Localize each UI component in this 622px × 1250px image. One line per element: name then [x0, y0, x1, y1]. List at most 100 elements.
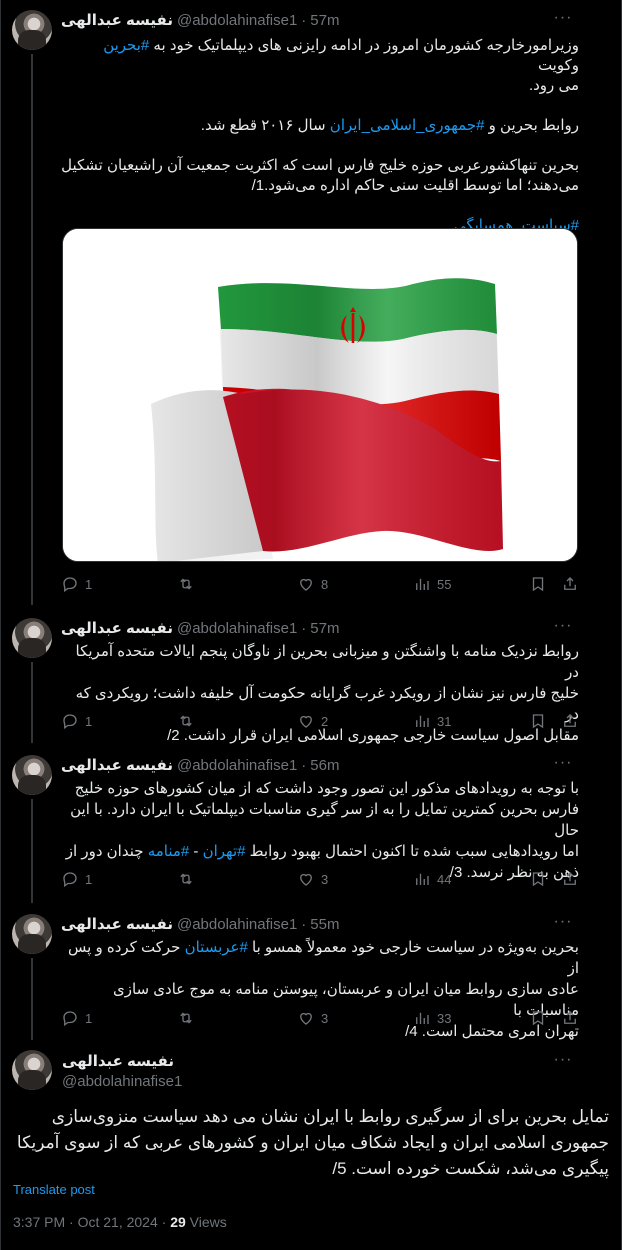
- share-button[interactable]: [561, 712, 579, 730]
- bookmark-button[interactable]: [529, 575, 547, 593]
- tweet-actions: 1 8 55: [61, 574, 579, 594]
- tweet-time[interactable]: 57m: [310, 12, 339, 29]
- thread-line: [31, 54, 33, 605]
- reply-button[interactable]: 1: [61, 870, 92, 888]
- share-button[interactable]: [561, 1009, 579, 1027]
- reply-icon: [63, 577, 77, 593]
- tweet-4[interactable]: نفیسه عبدالهی @abdolahinafise1 · 55m ···…: [1, 904, 621, 1040]
- tweet-image-flags[interactable]: [62, 228, 578, 562]
- tweet-line: می‌دهند؛ اما توسط اقلیت سنی حاکم اداره م…: [251, 177, 579, 194]
- avatar[interactable]: [12, 755, 52, 795]
- main-tweet-text: تمایل بحرین برای از سرگیری روابط با ایرا…: [13, 1104, 609, 1182]
- thread-line: [31, 799, 33, 903]
- repost-button[interactable]: [177, 1009, 201, 1027]
- like-count: 3: [321, 871, 329, 887]
- bookmark-button[interactable]: [529, 712, 547, 730]
- avatar[interactable]: [12, 914, 52, 954]
- reply-button[interactable]: 1: [61, 1009, 92, 1027]
- bookmark-button[interactable]: [529, 1009, 547, 1027]
- like-button[interactable]: 8: [297, 575, 328, 593]
- author-name[interactable]: نفیسه عبدالهی: [61, 915, 173, 933]
- share-button[interactable]: [561, 870, 579, 888]
- hashtag-link[interactable]: #جمهوری_اسلامی_ایران: [330, 117, 485, 134]
- views-button[interactable]: 55: [413, 575, 451, 593]
- thread-line: [31, 662, 33, 743]
- author-name[interactable]: نفیسه عبدالهی: [61, 11, 173, 29]
- more-options-icon[interactable]: ···: [553, 10, 573, 32]
- tweet-actions: 1 3 33: [61, 1008, 579, 1028]
- bookmark-icon: [532, 872, 544, 887]
- like-button[interactable]: 2: [297, 712, 328, 730]
- more-options-icon[interactable]: ···: [553, 618, 573, 640]
- share-icon: [564, 872, 576, 885]
- analytics-icon: [416, 1012, 429, 1024]
- views-button[interactable]: 33: [413, 1009, 451, 1027]
- reply-button[interactable]: 1: [61, 575, 92, 593]
- reply-button[interactable]: 1: [61, 712, 92, 730]
- tweet-line: روابط بحرین و #جمهوری_اسلامی_ایران سال ۲…: [200, 117, 579, 134]
- views-count: 29: [170, 1214, 186, 1230]
- views-button[interactable]: 44: [413, 870, 451, 888]
- more-options-icon[interactable]: ···: [553, 914, 573, 936]
- translate-post-link[interactable]: Translate post: [13, 1182, 95, 1197]
- bookmark-button[interactable]: [529, 870, 547, 888]
- post-meta: 3:37 PM · Oct 21, 2024 · 29 Views: [13, 1214, 227, 1230]
- views-count: 44: [437, 871, 452, 887]
- tweet-2[interactable]: نفیسه عبدالهی @abdolahinafise1 · 57m ···…: [1, 608, 621, 744]
- author-handle[interactable]: @abdolahinafise1: [177, 916, 297, 933]
- author-handle[interactable]: @abdolahinafise1: [177, 12, 297, 29]
- bookmark-icon: [532, 577, 544, 592]
- repost-button[interactable]: [177, 575, 201, 593]
- repost-button[interactable]: [177, 870, 201, 888]
- author-name[interactable]: نفیسه عبدالهی: [62, 1052, 174, 1070]
- author-handle[interactable]: @abdolahinafise1: [62, 1073, 182, 1090]
- more-options-icon[interactable]: ···: [553, 755, 573, 777]
- tweet-actions: 1 2 31: [61, 711, 579, 731]
- tweet-line: جمهوری اسلامی ایران و ایجاد شکاف میان ای…: [16, 1133, 609, 1152]
- more-options-icon[interactable]: ···: [553, 1052, 573, 1074]
- analytics-icon: [416, 873, 429, 885]
- reply-count: 1: [85, 713, 93, 729]
- reply-count: 1: [85, 871, 93, 887]
- tweet-time[interactable]: 57m: [310, 620, 339, 637]
- like-count: 3: [321, 1010, 329, 1026]
- tweet-1[interactable]: نفیسه عبدالهی @abdolahinafise1 · 57m ···…: [1, 0, 621, 605]
- thread-line: [31, 958, 33, 1040]
- separator-dot: ·: [301, 619, 307, 637]
- author-name[interactable]: نفیسه عبدالهی: [61, 619, 173, 637]
- reply-icon: [63, 872, 77, 888]
- separator-dot: ·: [301, 915, 307, 933]
- analytics-icon: [416, 715, 429, 727]
- like-button[interactable]: 3: [297, 870, 328, 888]
- avatar[interactable]: [12, 1050, 52, 1090]
- views-button[interactable]: 31: [413, 712, 451, 730]
- tweet-line: [61, 136, 579, 156]
- avatar[interactable]: [12, 618, 52, 658]
- separator-dot: ·: [301, 11, 307, 29]
- hashtag-link[interactable]: #تهران: [203, 843, 246, 860]
- repost-icon: [180, 1012, 192, 1024]
- heart-icon: [300, 1012, 312, 1025]
- tweet-line: روابط نزدیک منامه با واشنگتن و میزبانی ب…: [75, 643, 579, 681]
- tweet-time[interactable]: 55m: [310, 916, 339, 933]
- repost-button[interactable]: [177, 712, 201, 730]
- hashtag-link[interactable]: #بحرین: [103, 37, 149, 54]
- bookmark-icon: [532, 1011, 544, 1026]
- post-timestamp[interactable]: 3:37 PM · Oct 21, 2024 ·: [13, 1214, 170, 1230]
- avatar[interactable]: [12, 10, 52, 50]
- hashtag-link[interactable]: #عربستان: [185, 939, 248, 956]
- heart-icon: [300, 578, 312, 591]
- flags-illustration: [63, 229, 577, 561]
- share-button[interactable]: [561, 575, 579, 593]
- tweet-line: بحرین تنهاکشورعربی حوزه خلیج فارس است که…: [61, 157, 579, 174]
- tweet-time[interactable]: 56m: [310, 757, 339, 774]
- hashtag-link[interactable]: #منامه: [148, 843, 190, 860]
- author-handle[interactable]: @abdolahinafise1: [177, 757, 297, 774]
- reply-icon: [63, 1011, 77, 1027]
- tweet-header: نفیسه عبدالهی @abdolahinafise1 · 57m: [61, 618, 571, 638]
- author-name[interactable]: نفیسه عبدالهی: [61, 756, 173, 774]
- author-handle[interactable]: @abdolahinafise1: [177, 620, 297, 637]
- tweet-3[interactable]: نفیسه عبدالهی @abdolahinafise1 · 56m ···…: [1, 745, 621, 903]
- tweet-line: اما رویدادهایی سبب شده تا اکنون احتمال ب…: [65, 843, 579, 860]
- like-button[interactable]: 3: [297, 1009, 328, 1027]
